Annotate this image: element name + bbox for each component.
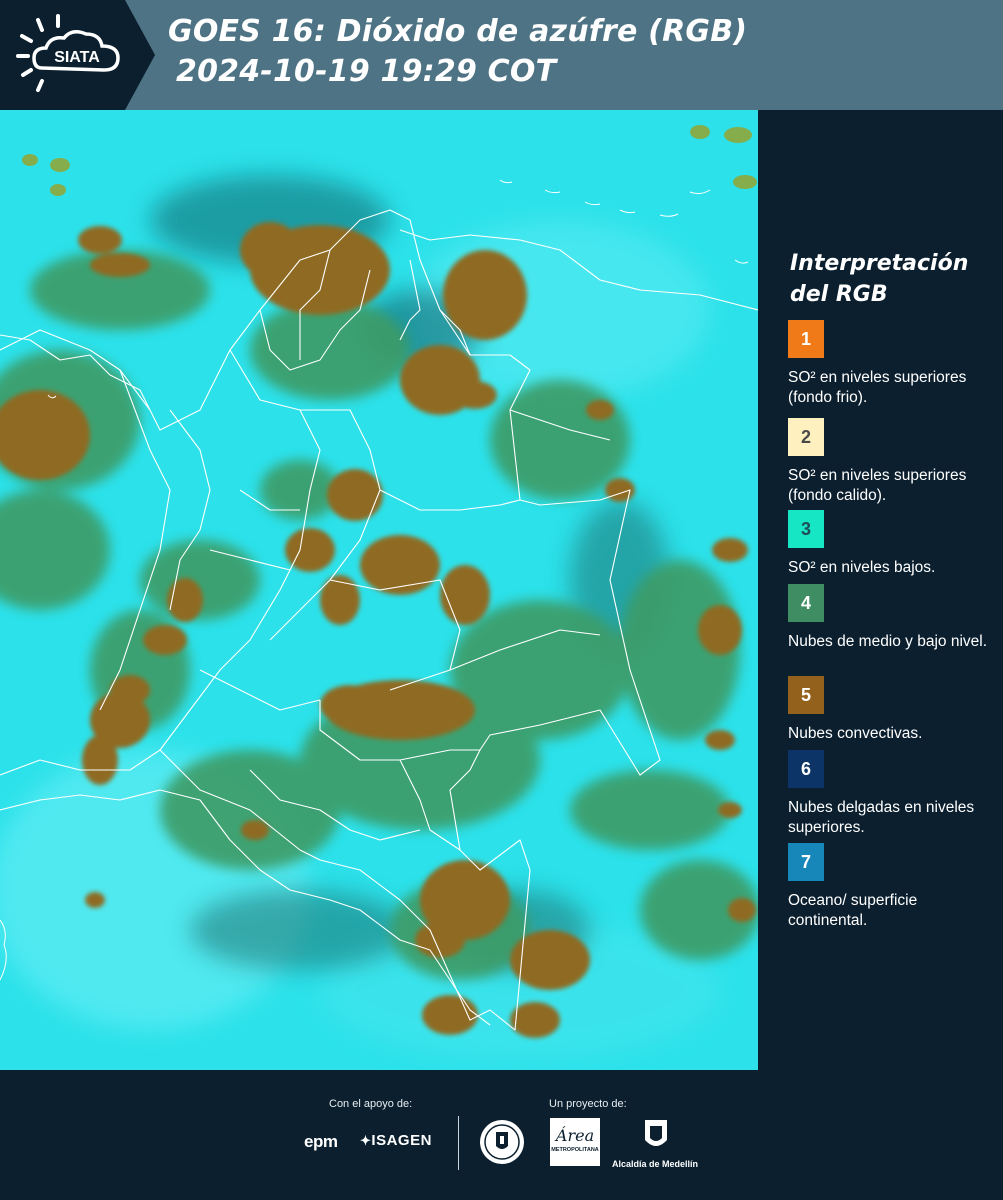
legend-swatch-3: 3 — [788, 510, 824, 548]
legend-number-1: 1 — [800, 328, 811, 349]
footer-sponsors: Con el apoyo de: Un proyecto de: epm ✦IS… — [0, 1070, 1003, 1200]
legend-label-7: Oceano/ superficie continental. — [788, 892, 918, 929]
page-title: GOES 16: Dióxido de azúfre (RGB) 2024-10… — [168, 12, 747, 92]
satellite-rgb-map[interactable] — [0, 110, 758, 1070]
area-metropolitana-logo[interactable]: Área METROPOLITANA — [550, 1118, 600, 1166]
legend-number-2: 2 — [800, 426, 811, 447]
amva-logo-text: Área — [555, 1126, 595, 1145]
isagen-logo[interactable]: ✦ISAGEN — [360, 1132, 432, 1149]
legend-label-4: Nubes de medio y bajo nivel. — [788, 633, 988, 650]
legend-number-5: 5 — [800, 684, 811, 705]
amva-subtitle: METROPOLITANA — [551, 1147, 599, 1153]
alcaldia-logo-text: Alcaldía de Medellín — [612, 1159, 699, 1169]
project-label: Un proyecto de: — [549, 1098, 627, 1110]
legend-swatch-4: 4 — [788, 584, 824, 622]
legend-item-6: 6 Nubes delgadas en niveles superiores. — [788, 750, 988, 838]
legend-number-3: 3 — [800, 518, 811, 539]
legend-label-6: Nubes delgadas en niveles superiores. — [788, 799, 975, 836]
legend-number-6: 6 — [800, 758, 811, 779]
legend-label-1: SO² en niveles superiores (fondo frio). — [788, 369, 967, 406]
legend-swatch-5: 5 — [788, 676, 824, 714]
legend-item-3: 3 SO² en niveles bajos. — [788, 510, 988, 578]
legend-number-4: 4 — [800, 592, 811, 613]
legend-swatch-1: 1 — [788, 320, 824, 358]
isagen-star-icon: ✦ — [360, 1133, 372, 1148]
legend-label-5: Nubes convectivas. — [788, 725, 923, 742]
legend-item-7: 7 Oceano/ superficie continental. — [788, 843, 988, 931]
legend-item-1: 1 SO² en niveles superiores (fondo frio)… — [788, 320, 988, 408]
medellin-seal-icon[interactable] — [478, 1118, 526, 1166]
legend-swatch-2: 2 — [788, 418, 824, 456]
alcaldia-crest-icon[interactable] — [642, 1118, 670, 1154]
legend-swatch-7: 7 — [788, 843, 824, 881]
legend-swatch-6: 6 — [788, 750, 824, 788]
isagen-logo-text: ISAGEN — [371, 1132, 432, 1149]
footer-divider — [458, 1116, 459, 1170]
legend-item-5: 5 Nubes convectivas. — [788, 676, 988, 744]
legend-item-4: 4 Nubes de medio y bajo nivel. — [788, 584, 988, 652]
title-line-datetime: 2024-10-19 19:29 COT — [176, 54, 557, 89]
rgb-imagery — [0, 110, 758, 1070]
epm-logo[interactable]: epm — [304, 1132, 338, 1152]
legend-number-7: 7 — [800, 851, 811, 872]
legend-panel: Interpretación del RGB 1 SO² en niveles … — [758, 110, 1003, 1070]
legend-label-3: SO² en niveles bajos. — [788, 559, 936, 576]
legend-label-2: SO² en niveles superiores (fondo calido)… — [788, 467, 967, 504]
support-label: Con el apoyo de: — [329, 1098, 413, 1110]
title-line-product: GOES 16: Dióxido de azúfre (RGB) — [168, 14, 748, 49]
legend-item-2: 2 SO² en niveles superiores (fondo calid… — [788, 418, 988, 506]
siata-logo-text: SIATA — [54, 49, 100, 66]
header-bar: SIATA GOES 16: Dióxido de azúfre (RGB) 2… — [0, 0, 1003, 110]
legend-title: Interpretación del RGB — [790, 251, 969, 307]
siata-logo[interactable]: SIATA — [0, 0, 155, 110]
